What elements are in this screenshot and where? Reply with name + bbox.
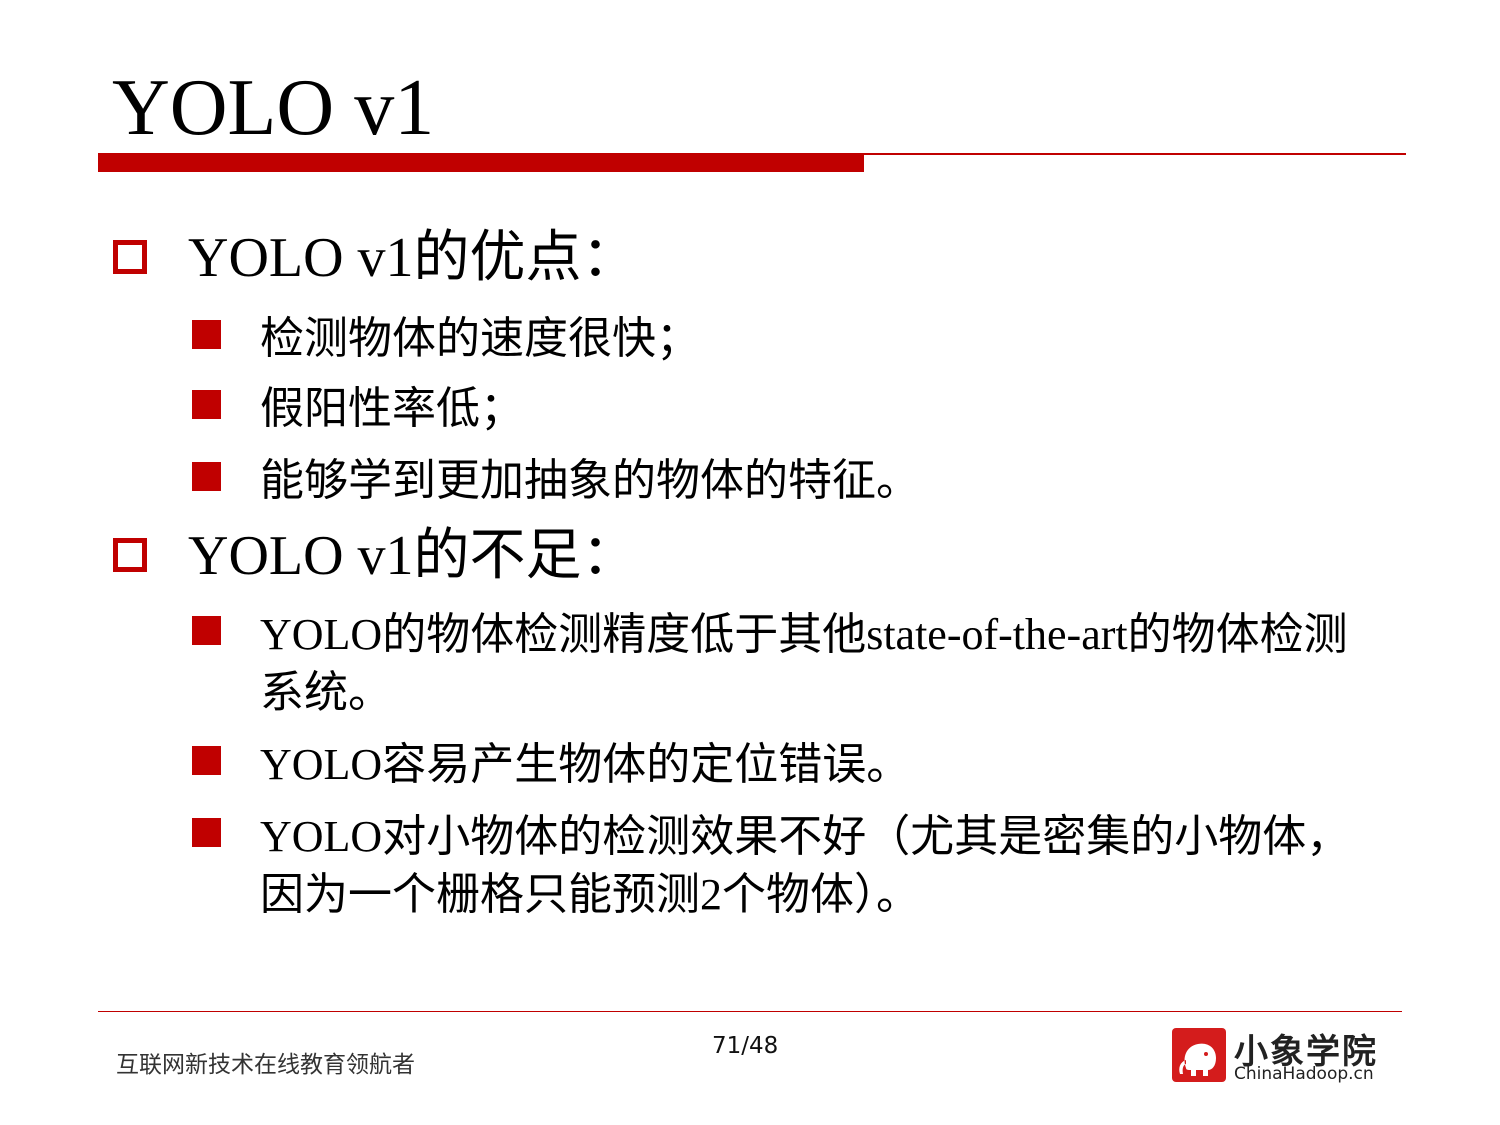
footer-divider <box>98 1011 1402 1012</box>
slide-title: YOLO v1 <box>112 64 435 152</box>
section-heading-disadvantages: YOLO v1的不足： <box>113 524 638 588</box>
filled-square-bullet-icon <box>192 818 221 847</box>
filled-square-bullet-icon <box>192 746 221 775</box>
list-item-text: 假阳性率低； <box>260 384 524 433</box>
filled-square-bullet-icon <box>192 390 221 419</box>
list-item: YOLO的物体检测精度低于其他state-of-the-art的物体检测系统。 <box>192 606 1380 722</box>
list-item: 假阳性率低； <box>192 380 1380 438</box>
section-heading-advantages: YOLO v1的优点： <box>113 226 638 290</box>
list-item-text: YOLO的物体检测精度低于其他state-of-the-art的物体检测系统。 <box>260 610 1348 717</box>
section-heading-text: YOLO v1的不足： <box>188 525 638 587</box>
list-item-text: 能够学到更加抽象的物体的特征。 <box>260 456 920 505</box>
list-item-text: YOLO对小物体的检测效果不好（尤其是密集的小物体，因为一个栅格只能预测2个物体… <box>260 812 1351 919</box>
section-heading-text: YOLO v1的优点： <box>188 227 638 289</box>
logo-english-text: ChinaHadoop.cn <box>1234 1064 1374 1084</box>
hollow-square-bullet-icon <box>113 538 147 572</box>
filled-square-bullet-icon <box>192 320 221 349</box>
filled-square-bullet-icon <box>192 616 221 645</box>
page-number: 71/48 <box>712 1033 779 1059</box>
list-item-text: YOLO容易产生物体的定位错误。 <box>260 740 911 789</box>
list-item: YOLO容易产生物体的定位错误。 <box>192 736 1380 794</box>
brand-logo: 小象学院 ChinaHadoop.cn <box>1172 1028 1392 1086</box>
hollow-square-bullet-icon <box>113 240 147 274</box>
footer-tagline: 互联网新技术在线教育领航者 <box>116 1052 415 1078</box>
list-item-text: 检测物体的速度很快； <box>260 314 700 363</box>
filled-square-bullet-icon <box>192 462 221 491</box>
list-item: 检测物体的速度很快； <box>192 310 1380 368</box>
elephant-logo-icon <box>1172 1028 1226 1082</box>
list-item: YOLO对小物体的检测效果不好（尤其是密集的小物体，因为一个栅格只能预测2个物体… <box>192 808 1380 924</box>
list-item: 能够学到更加抽象的物体的特征。 <box>192 452 1380 510</box>
title-underline-thick <box>98 155 864 172</box>
